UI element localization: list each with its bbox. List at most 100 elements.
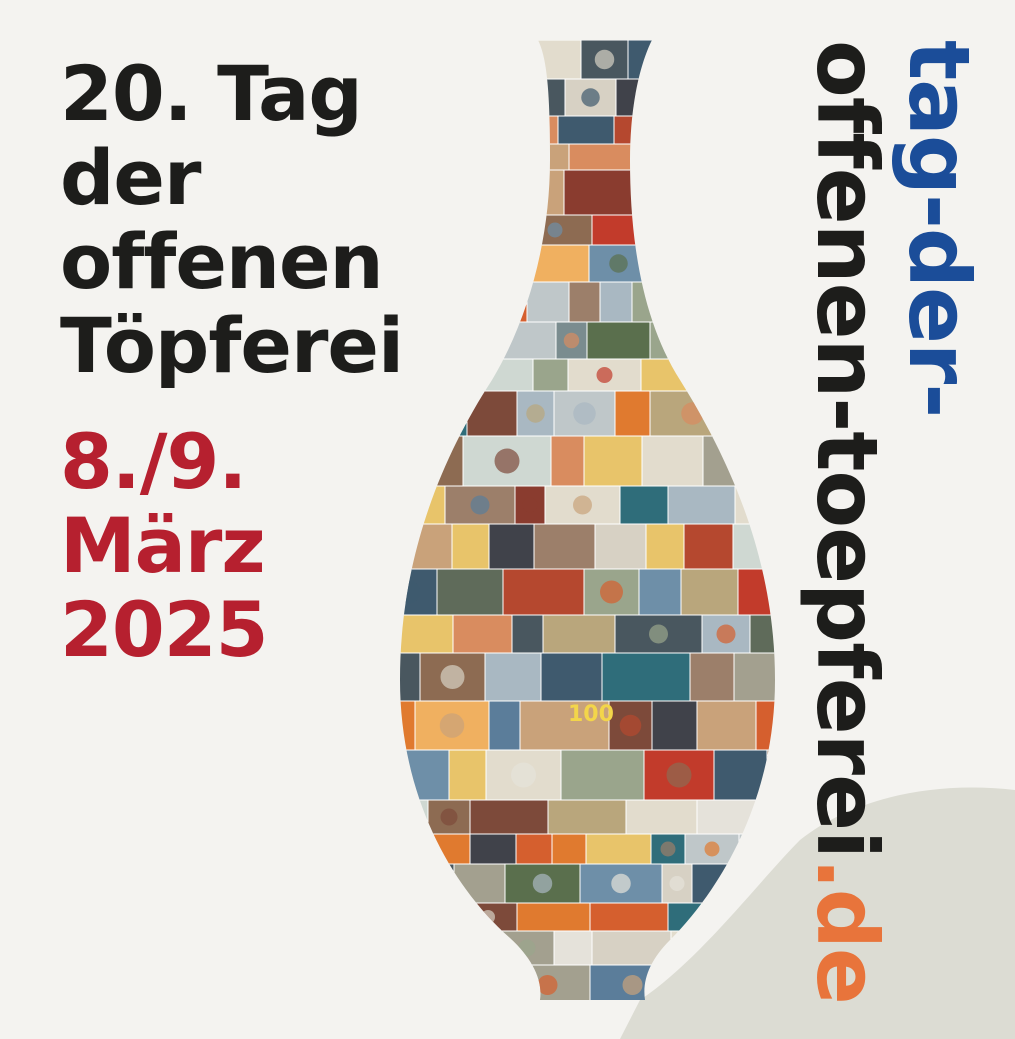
mosaic-accent <box>518 939 536 957</box>
mosaic-tile <box>430 833 471 865</box>
mosaic-tile <box>749 614 775 654</box>
mosaic-tile <box>767 435 775 487</box>
url-domain-name: offenen-toepferei <box>798 40 896 858</box>
mosaic-tile <box>400 700 416 751</box>
mosaic-accent <box>578 808 596 826</box>
mosaic-accent <box>600 580 623 604</box>
mosaic-tile <box>482 78 527 117</box>
mosaic-tile <box>451 523 490 570</box>
mosaic-accent <box>483 222 499 238</box>
mosaic-tile <box>585 833 652 865</box>
mosaic-accent <box>718 123 733 137</box>
mosaic-accent <box>423 873 444 894</box>
mosaic-accent <box>716 624 736 644</box>
mosaic-accent <box>400 875 405 892</box>
mosaic-tile <box>615 78 700 117</box>
mosaic-tile <box>696 799 775 835</box>
mosaic-accent <box>672 150 685 164</box>
mosaic-tile <box>450 169 531 216</box>
mosaic-tile <box>511 614 544 654</box>
mosaic-accent <box>758 51 775 68</box>
mosaic-accent <box>581 88 600 107</box>
mosaic-tile <box>557 115 615 145</box>
mosaic-tile <box>785 282 790 322</box>
mosaic-tile <box>625 799 698 835</box>
mosaic-tile <box>448 749 487 801</box>
mosaic-accent <box>400 975 417 995</box>
mosaic-tile <box>400 244 418 283</box>
mosaic-tile <box>498 40 582 80</box>
mosaic-tile <box>783 40 790 79</box>
mosaic-tile <box>533 523 596 570</box>
mosaic-accent <box>400 254 408 273</box>
mosaic-accent <box>778 223 791 238</box>
mosaic-tile <box>758 214 775 246</box>
title-line: 20. Tag <box>60 49 363 138</box>
mosaic-tile <box>760 169 775 216</box>
mosaic-tile <box>645 523 685 570</box>
mosaic-accent <box>666 762 692 788</box>
mosaic-tile <box>400 614 454 654</box>
mosaic-tile <box>400 281 437 323</box>
mosaic-tile <box>469 833 517 865</box>
mosaic-tile <box>614 390 651 437</box>
website-url: tag-der- offenen-toepferei.de <box>798 40 988 1004</box>
mosaic-tile <box>633 143 724 171</box>
mosaic-tile <box>409 214 465 246</box>
mosaic-tile <box>436 568 504 616</box>
mosaic-tile <box>400 652 421 702</box>
mosaic-tile <box>589 902 669 932</box>
mosaic-accent <box>594 49 615 70</box>
mosaic-accent <box>477 940 493 956</box>
mosaic-accent <box>656 292 677 312</box>
mosaic-tile <box>488 700 521 751</box>
mosaic-accent <box>728 254 748 273</box>
mosaic-tile <box>500 244 590 283</box>
mosaic-tile <box>651 700 698 751</box>
mosaic-tile <box>400 863 414 904</box>
mosaic-tile <box>733 652 775 702</box>
mosaic-tile <box>463 214 519 246</box>
mosaic-tile <box>755 700 775 751</box>
mosaic-accent <box>726 367 743 383</box>
mosaic-tile <box>400 833 432 865</box>
mosaic-accent <box>669 876 685 891</box>
mosaic-tile <box>469 799 549 835</box>
mosaic-accent <box>494 448 520 474</box>
mosaic-tile <box>601 652 691 702</box>
mosaic-tile <box>553 930 593 966</box>
mosaic-tile <box>400 485 411 525</box>
mosaic-tile <box>400 435 431 487</box>
mosaic-accent <box>452 292 472 312</box>
mosaic-accent <box>680 939 698 957</box>
mosaic-tile <box>421 902 460 932</box>
mosaic-tile <box>674 964 726 1000</box>
mosaic-tile <box>701 169 762 216</box>
mosaic-tile <box>619 485 669 525</box>
mosaic-accent <box>537 975 558 995</box>
mosaic-tile <box>462 321 503 360</box>
mosaic-accent <box>511 762 536 788</box>
mosaic-tile <box>400 930 418 966</box>
mosaic-tile <box>516 902 591 932</box>
mosaic-tile <box>488 523 535 570</box>
mosaic-tile <box>781 144 790 170</box>
mosaic-tile <box>762 115 775 145</box>
mosaic-tile <box>400 169 452 216</box>
mosaic-tile <box>586 321 651 360</box>
mosaic-tile <box>638 568 682 616</box>
mosaic-accent <box>622 975 643 995</box>
mosaic-tile <box>709 902 759 932</box>
mosaic-accent <box>611 873 631 894</box>
mosaic-tile <box>765 321 775 360</box>
mosaic-tile <box>532 358 569 392</box>
mosaic-tile <box>583 435 643 487</box>
url-line-2: offenen-toepferei.de <box>798 40 896 1004</box>
mosaic-accent <box>521 123 536 137</box>
mosaic-tile <box>696 700 757 751</box>
mosaic-tile <box>737 568 775 616</box>
mosaic-accent <box>481 910 495 924</box>
mosaic-tile <box>613 115 689 145</box>
mosaic-accent <box>440 665 465 689</box>
mosaic-tile <box>686 40 751 80</box>
